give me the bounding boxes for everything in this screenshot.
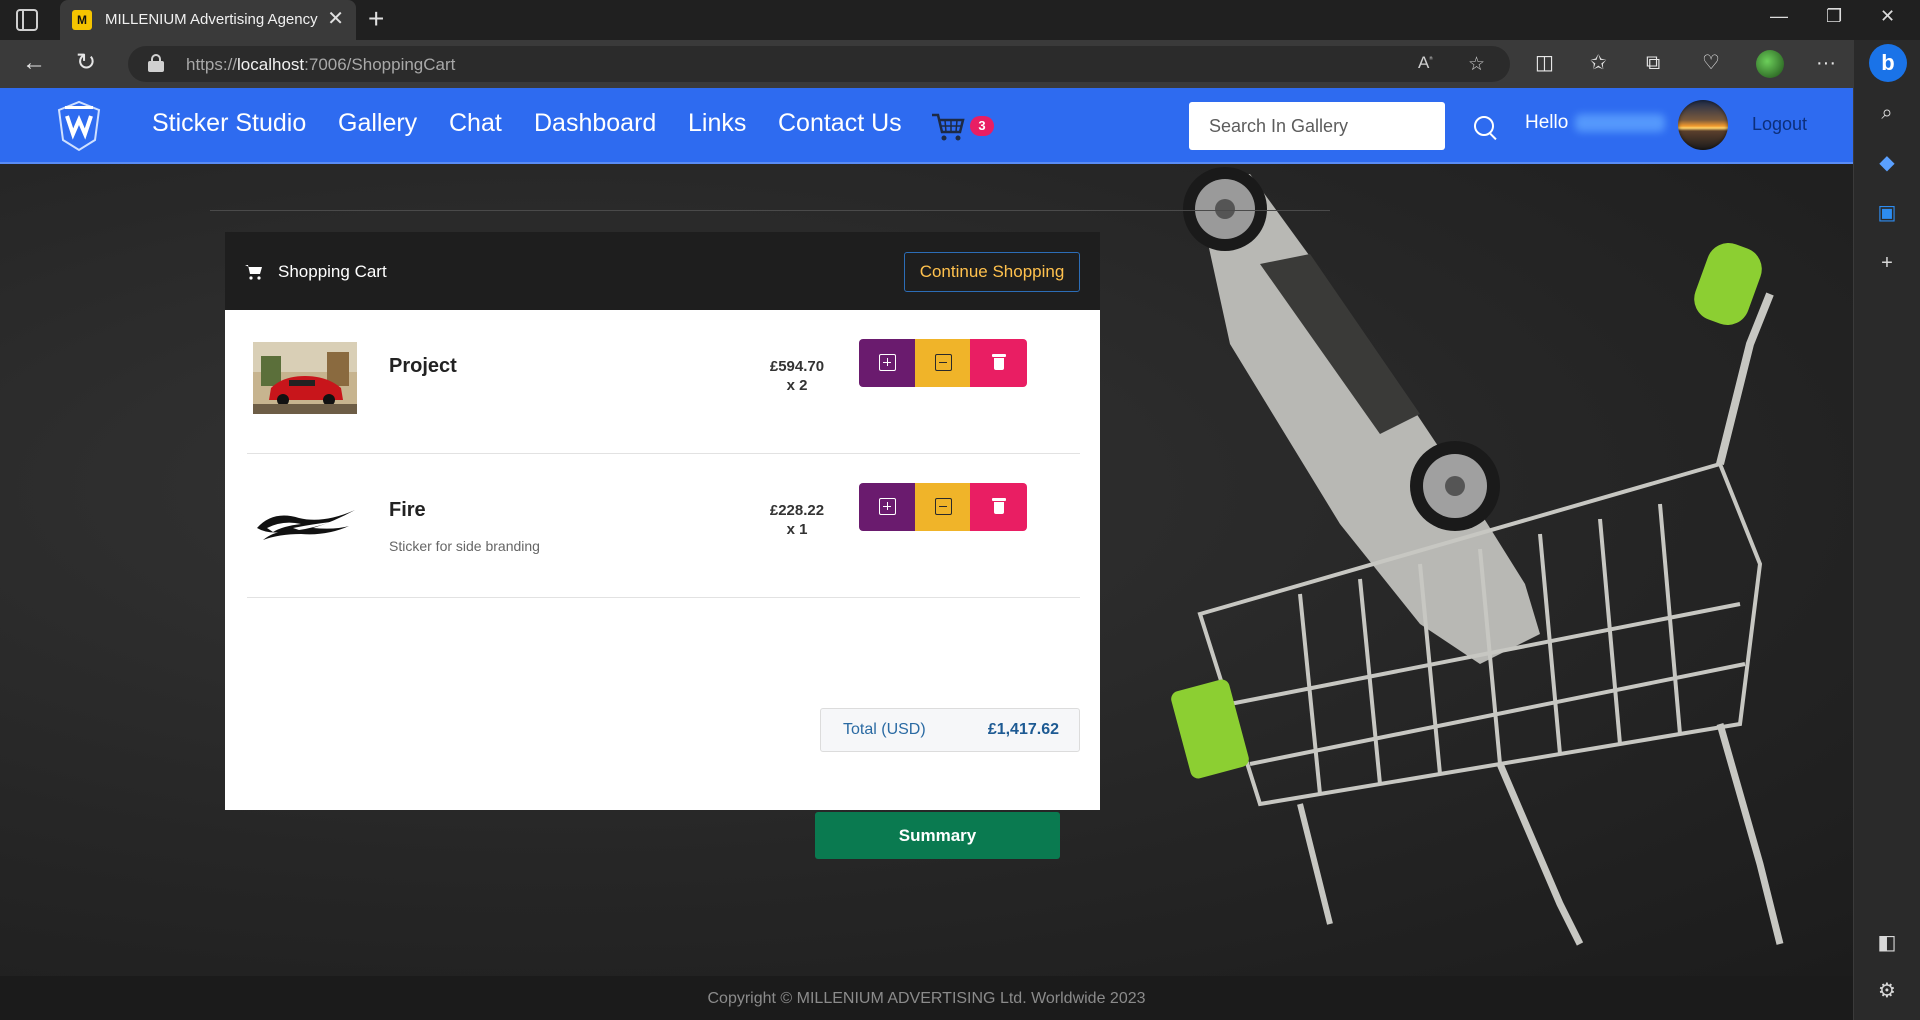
- add-sidebar-app-icon[interactable]: +: [1874, 250, 1900, 276]
- bing-copilot-icon[interactable]: b: [1869, 44, 1907, 82]
- trash-icon: [992, 497, 1006, 515]
- remove-item-button[interactable]: [970, 483, 1027, 531]
- hello-greeting: Hello: [1525, 112, 1569, 133]
- cart-item: Fire Sticker for side branding £228.22 x…: [247, 454, 1080, 598]
- favicon-icon: M: [72, 10, 92, 30]
- item-thumbnail: [253, 342, 357, 414]
- username-redacted: [1575, 114, 1665, 132]
- logout-link[interactable]: Logout: [1752, 114, 1807, 135]
- sidebar-search-icon[interactable]: ⌕: [1874, 100, 1900, 126]
- plus-square-icon: [879, 354, 896, 371]
- split-screen-icon[interactable]: ◫: [1535, 50, 1554, 76]
- browser-tab-strip: M MILLENIUM Advertising Agency ✕ + — ❐ ✕: [0, 0, 1920, 40]
- cart-count-badge[interactable]: 3: [970, 116, 994, 136]
- increase-quantity-button[interactable]: [859, 339, 916, 387]
- item-description: Sticker for side branding: [389, 538, 540, 554]
- read-aloud-icon[interactable]: Aⁿ: [1418, 53, 1433, 73]
- divider: [210, 210, 1330, 211]
- nav-gallery[interactable]: Gallery: [338, 109, 417, 138]
- plus-square-icon: [879, 498, 896, 515]
- refresh-icon[interactable]: ↻: [76, 50, 96, 76]
- copyright-text: Copyright © MILLENIUM ADVERTISING Ltd. W…: [707, 990, 1146, 1007]
- nav-contact-us[interactable]: Contact Us: [778, 109, 902, 138]
- increase-quantity-button[interactable]: [859, 483, 916, 531]
- search-icon[interactable]: [1474, 116, 1494, 136]
- decrease-quantity-button[interactable]: [915, 339, 972, 387]
- nav-links[interactable]: Links: [688, 109, 746, 138]
- new-tab-icon[interactable]: +: [368, 3, 384, 35]
- cart-total: Total (USD) £1,417.62: [820, 708, 1080, 752]
- tab-close-icon[interactable]: ✕: [327, 8, 344, 30]
- gallery-search-input[interactable]: [1189, 102, 1445, 150]
- address-bar[interactable]: https://localhost:7006/ShoppingCart Aⁿ ☆: [128, 46, 1510, 82]
- profile-avatar[interactable]: [1756, 50, 1784, 78]
- sidebar-settings-icon[interactable]: ⚙: [1874, 978, 1900, 1004]
- item-name: Project: [389, 355, 457, 377]
- browser-sidebar: b ⌕ ◆ ▣ + ◧ ⚙: [1853, 40, 1920, 1020]
- minus-square-icon: [935, 354, 952, 371]
- item-quantity: x 1: [786, 521, 808, 538]
- restore-icon[interactable]: ❐: [1826, 6, 1842, 27]
- item-price: £228.22: [769, 502, 825, 519]
- remove-item-button[interactable]: [970, 339, 1027, 387]
- shopping-cart-icon[interactable]: [930, 112, 966, 142]
- url-text: https://localhost:7006/ShoppingCart: [186, 55, 456, 74]
- browser-essentials-icon[interactable]: ♡: [1702, 50, 1720, 76]
- user-avatar[interactable]: [1678, 100, 1728, 150]
- site-navbar: Sticker Studio Gallery Chat Dashboard Li…: [0, 88, 1853, 164]
- favorites-icon[interactable]: ✩: [1590, 50, 1607, 76]
- browser-toolbar: ← ↻ https://localhost:7006/ShoppingCart …: [0, 40, 1920, 88]
- cart-item: Project £594.70 x 2: [247, 310, 1080, 454]
- item-name: Fire: [389, 499, 426, 521]
- total-label: Total (USD): [843, 721, 926, 738]
- item-quantity: x 2: [786, 377, 808, 394]
- nav-chat[interactable]: Chat: [449, 109, 502, 138]
- total-value: £1,417.62: [987, 721, 1059, 738]
- continue-shopping-button[interactable]: Continue Shopping: [904, 252, 1080, 292]
- item-price: £594.70: [769, 358, 825, 375]
- tab-actions-icon[interactable]: [16, 9, 38, 31]
- hide-sidebar-icon[interactable]: ◧: [1874, 930, 1900, 956]
- minus-square-icon: [935, 498, 952, 515]
- nav-dashboard[interactable]: Dashboard: [534, 109, 656, 138]
- site-footer: Copyright © MILLENIUM ADVERTISING Ltd. W…: [0, 976, 1853, 1020]
- web-page: Sticker Studio Gallery Chat Dashboard Li…: [0, 88, 1853, 1020]
- collections-icon[interactable]: ⧉: [1646, 50, 1660, 76]
- shopping-cart-icon: [245, 265, 262, 280]
- millenium-logo[interactable]: [55, 100, 103, 152]
- favorite-star-icon[interactable]: ☆: [1468, 53, 1485, 76]
- minimize-icon[interactable]: —: [1770, 6, 1788, 27]
- trash-icon: [992, 353, 1006, 371]
- summary-button[interactable]: Summary: [815, 812, 1060, 859]
- back-icon[interactable]: ←: [22, 50, 46, 76]
- outlook-icon[interactable]: ▣: [1874, 200, 1900, 226]
- item-thumbnail: [253, 488, 357, 560]
- decrease-quantity-button[interactable]: [915, 483, 972, 531]
- cart-handle-image: [1694, 243, 1762, 325]
- tab-title: MILLENIUM Advertising Agency: [105, 11, 318, 28]
- lock-icon[interactable]: [148, 54, 164, 72]
- cart-title: Shopping Cart: [278, 262, 387, 281]
- close-window-icon[interactable]: ✕: [1880, 6, 1895, 27]
- nav-sticker-studio[interactable]: Sticker Studio: [152, 109, 306, 138]
- browser-tab[interactable]: M MILLENIUM Advertising Agency ✕: [60, 0, 356, 40]
- sidebar-shopping-icon[interactable]: ◆: [1874, 150, 1900, 176]
- more-options-icon[interactable]: ···: [1816, 50, 1836, 76]
